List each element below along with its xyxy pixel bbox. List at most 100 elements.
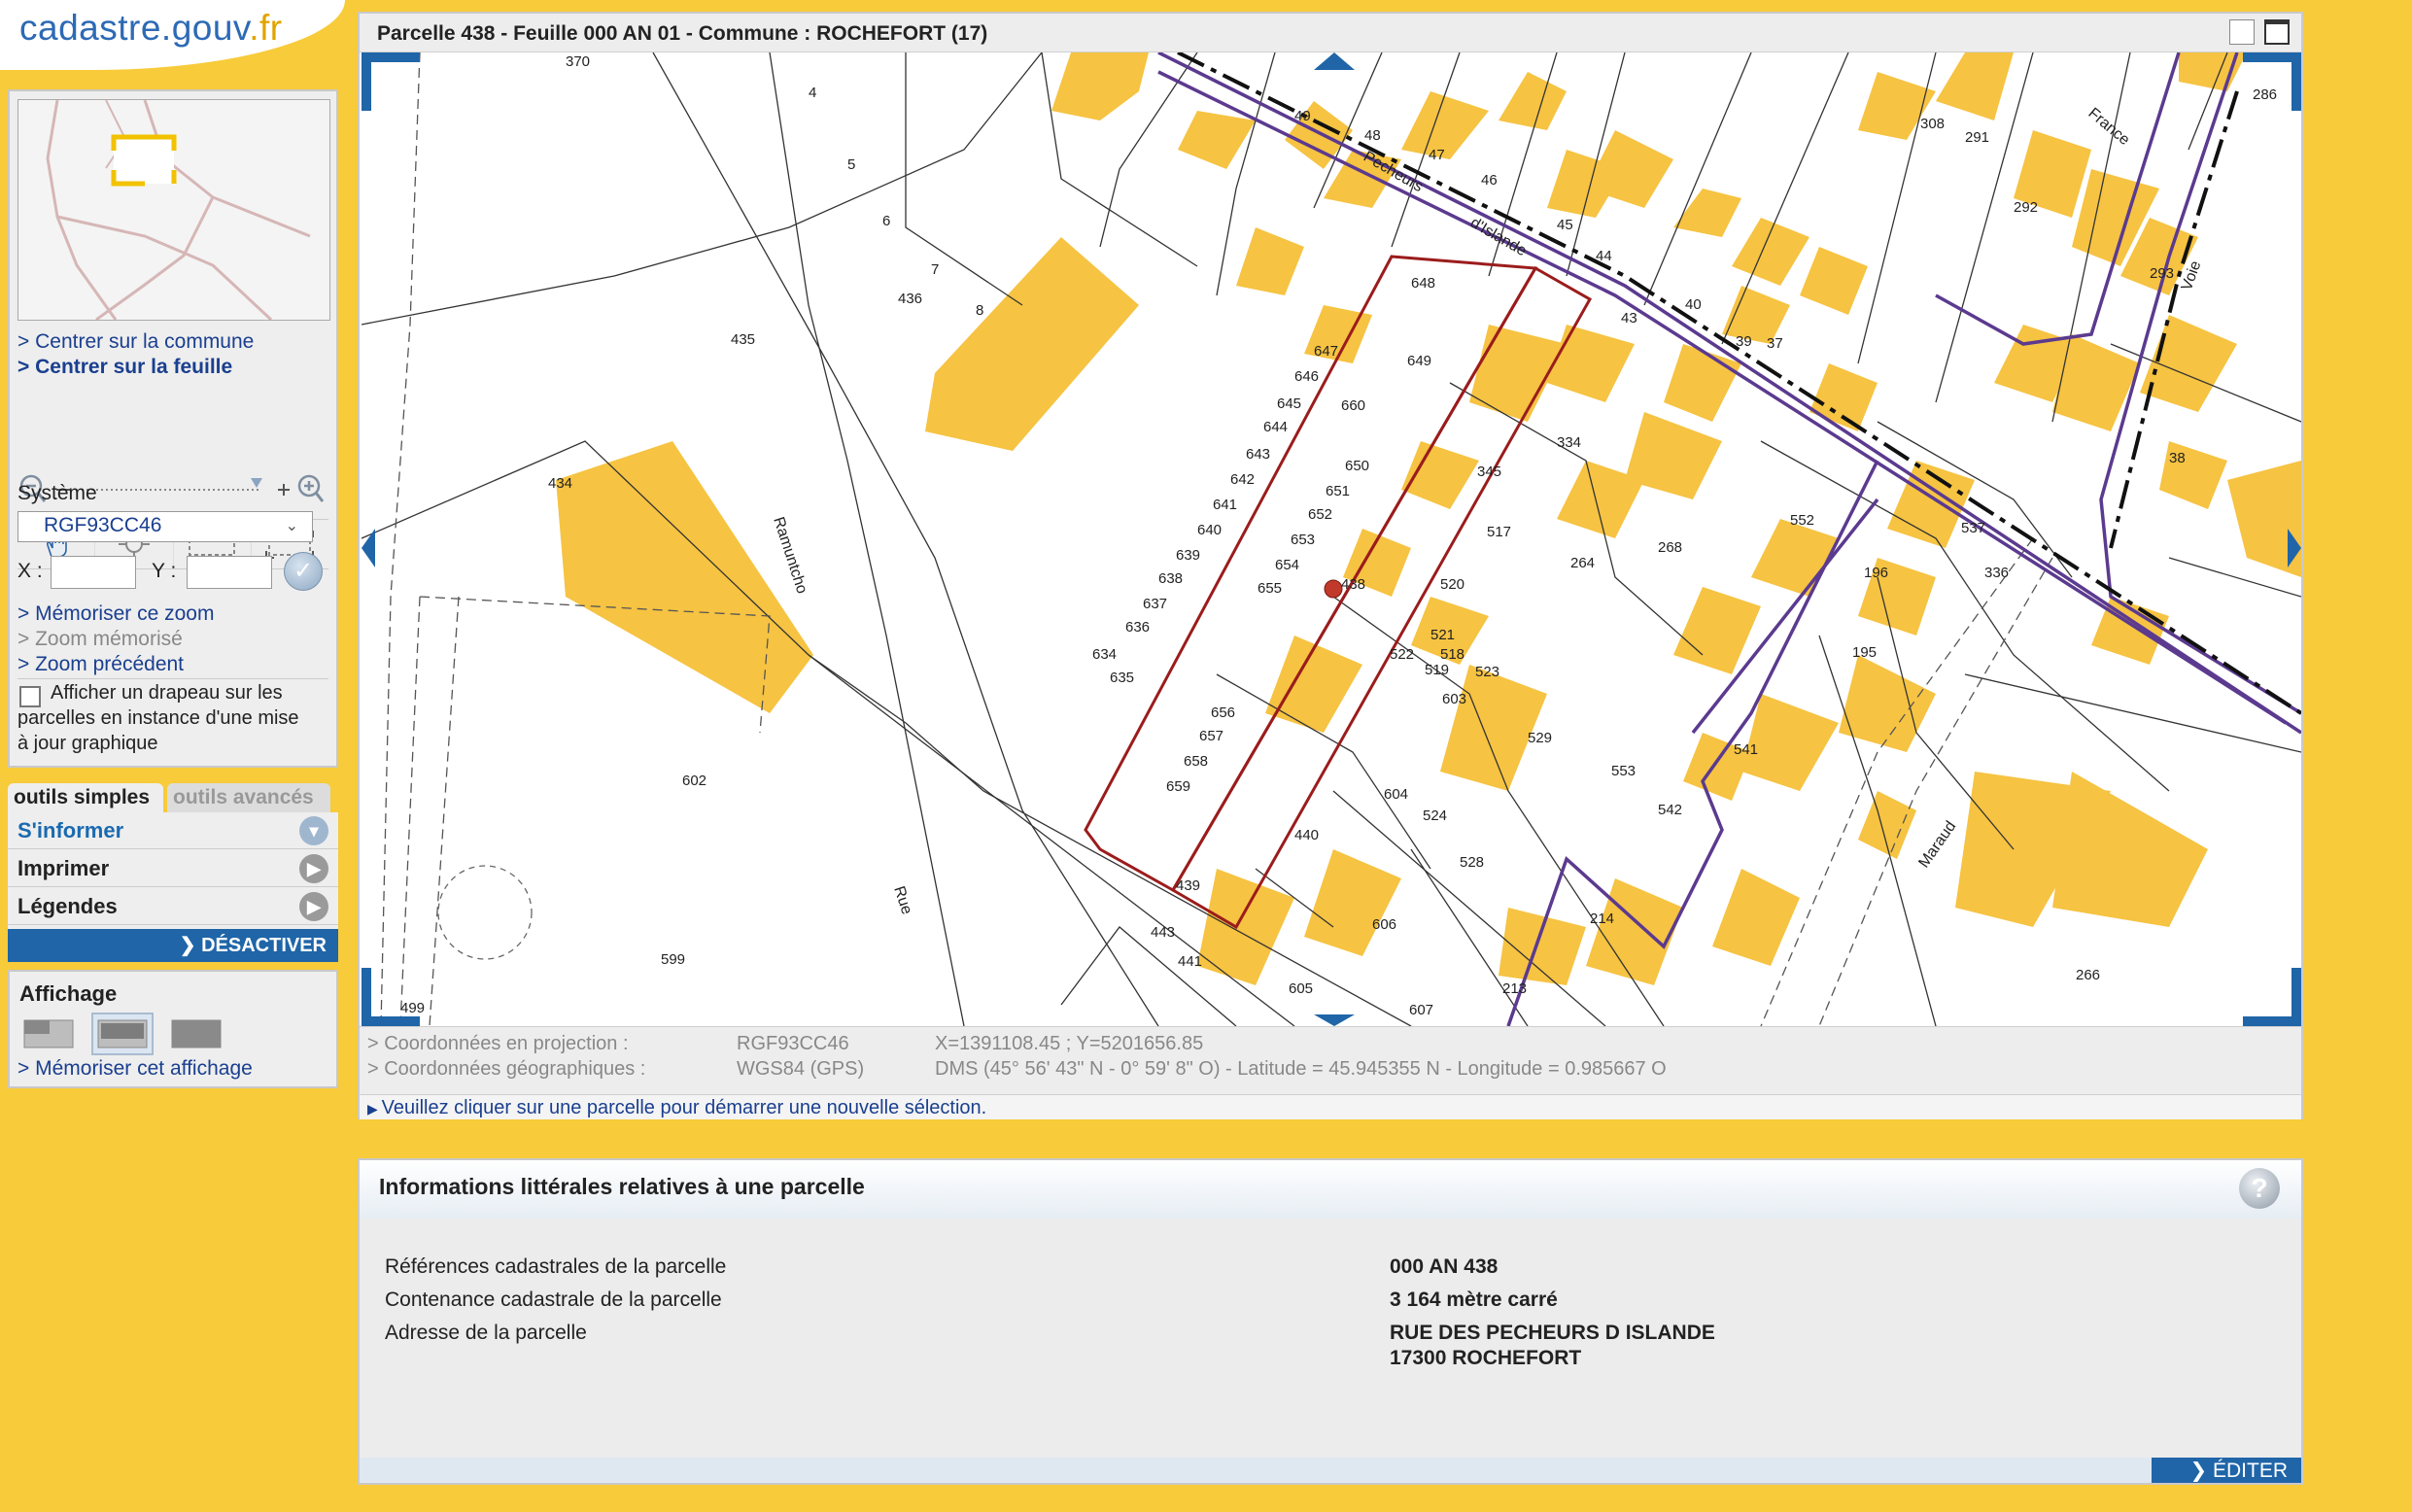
tool-legends[interactable]: Légendes ▶ bbox=[8, 888, 338, 925]
center-commune-link[interactable]: > Centrer sur la commune bbox=[17, 330, 254, 354]
parcel-number-label: 195 bbox=[1852, 644, 1877, 661]
parcel-number-label: 524 bbox=[1423, 808, 1447, 824]
parcel-number-label: 522 bbox=[1390, 646, 1414, 663]
display-mode-small-button[interactable] bbox=[17, 1013, 80, 1055]
parcel-number-label: 45 bbox=[1557, 217, 1573, 233]
parcel-number-label: 537 bbox=[1961, 520, 1985, 536]
tab-advanced-tools[interactable]: outils avancés bbox=[167, 783, 330, 812]
parcel-number-label: 542 bbox=[1658, 802, 1682, 818]
parcel-number-label: 634 bbox=[1092, 646, 1117, 663]
parcel-number-label: 528 bbox=[1460, 854, 1484, 871]
parcel-number-label: 649 bbox=[1407, 353, 1431, 369]
parcel-number-label: 605 bbox=[1289, 980, 1313, 997]
play-arrow-icon: ▶ bbox=[299, 854, 328, 883]
parcel-number-label: 268 bbox=[1658, 539, 1682, 556]
chevron-down-icon: ▾ bbox=[299, 816, 328, 845]
y-label: Y : bbox=[152, 560, 177, 582]
parcel-number-label: 292 bbox=[2014, 199, 2038, 216]
flag-checkbox-label: Afficher un drapeau sur les bbox=[51, 682, 283, 704]
parcel-number-label: 196 bbox=[1864, 565, 1888, 581]
previous-zoom-link[interactable]: > Zoom précédent bbox=[17, 653, 184, 676]
parcel-number-label: 638 bbox=[1158, 570, 1183, 587]
parcel-info-header: Informations littérales relatives à une … bbox=[360, 1160, 2301, 1219]
display-title: Affichage bbox=[19, 981, 118, 1006]
status-message-text: Veuillez cliquer sur une parcelle pour d… bbox=[381, 1097, 987, 1118]
status-message: ▶ Veuillez cliquer sur une parcelle pour… bbox=[360, 1094, 2301, 1119]
projection-value: X=1391108.45 ; Y=5201656.85 bbox=[935, 1033, 1204, 1054]
parcel-number-label: 604 bbox=[1384, 786, 1408, 803]
pan-up-icon bbox=[1314, 52, 1355, 70]
layout-small-icon bbox=[23, 1019, 74, 1048]
parcel-number-label: 38 bbox=[2169, 450, 2186, 466]
display-mode-medium-button[interactable] bbox=[91, 1013, 154, 1055]
parcel-number-label: 439 bbox=[1176, 877, 1200, 894]
zoom-in-icon[interactable] bbox=[297, 474, 325, 502]
parcel-number-label: 651 bbox=[1326, 483, 1350, 499]
geo-label: > Coordonnées géographiques : bbox=[367, 1058, 646, 1080]
pan-down-icon bbox=[1314, 1014, 1355, 1026]
tool-print[interactable]: Imprimer ▶ bbox=[8, 850, 338, 887]
parcel-number-label: 291 bbox=[1965, 129, 1989, 146]
system-select[interactable]: RGF93CC46 ⌄ bbox=[17, 511, 313, 542]
tab-simple-tools[interactable]: outils simples bbox=[8, 783, 163, 812]
map-title: Parcelle 438 - Feuille 000 AN 01 - Commu… bbox=[377, 22, 988, 45]
deactivate-button[interactable]: ❯ DÉSACTIVER bbox=[8, 929, 338, 962]
site-logo[interactable]: cadastre.gouv.fr bbox=[19, 8, 283, 49]
layout-medium-icon bbox=[97, 1019, 148, 1048]
parcel-number-label: 8 bbox=[976, 302, 983, 319]
parcel-number-label: 644 bbox=[1263, 419, 1288, 435]
flag-checkbox[interactable] bbox=[19, 686, 41, 707]
projection-system: RGF93CC46 bbox=[737, 1033, 849, 1054]
projection-label: > Coordonnées en projection : bbox=[367, 1033, 629, 1054]
map-titlebar: Parcelle 438 - Feuille 000 AN 01 - Commu… bbox=[360, 14, 2301, 52]
parcel-number-label: 650 bbox=[1345, 458, 1369, 474]
parcel-number-label: 643 bbox=[1246, 446, 1270, 463]
restore-window-icon[interactable] bbox=[2229, 19, 2255, 45]
address-label: Adresse de la parcelle bbox=[385, 1322, 587, 1344]
x-input[interactable] bbox=[51, 556, 136, 589]
parcel-number-label: 654 bbox=[1275, 557, 1299, 573]
parcel-number-label: 641 bbox=[1213, 497, 1237, 513]
logo-tld: .fr bbox=[249, 8, 283, 48]
parcel-number-label: 541 bbox=[1734, 741, 1758, 758]
parcel-number-label: 46 bbox=[1481, 172, 1498, 189]
validate-coords-button[interactable]: ✓ bbox=[284, 552, 323, 591]
parcel-number-label: 499 bbox=[400, 1000, 425, 1016]
display-mode-full-button[interactable] bbox=[165, 1013, 227, 1055]
play-arrow-icon: ▶ bbox=[367, 1101, 382, 1117]
tool-legends-label: Légendes bbox=[17, 894, 118, 918]
tool-inform[interactable]: S'informer ▾ bbox=[8, 812, 338, 849]
parcel-number-label: 441 bbox=[1178, 953, 1202, 970]
system-select-value: RGF93CC46 bbox=[44, 514, 162, 536]
x-label: X : bbox=[17, 560, 43, 582]
parcel-number-label: 639 bbox=[1176, 547, 1200, 564]
parcel-number-label: 7 bbox=[931, 261, 939, 278]
y-input[interactable] bbox=[187, 556, 272, 589]
help-icon[interactable]: ? bbox=[2239, 1168, 2280, 1209]
navigation-panel: > Centrer sur la commune > Centrer sur l… bbox=[8, 89, 338, 768]
parcel-number-label: 48 bbox=[1364, 127, 1381, 144]
address-value-street: RUE DES PECHEURS D ISLANDE bbox=[1390, 1322, 1715, 1344]
parcel-number-label: 434 bbox=[548, 475, 572, 492]
save-display-link[interactable]: > Mémoriser cet affichage bbox=[17, 1057, 253, 1081]
tool-inform-label: S'informer bbox=[17, 818, 124, 842]
parcel-number-label: 636 bbox=[1125, 619, 1150, 636]
parcel-number-label: 599 bbox=[661, 951, 685, 968]
parcel-number-label: 529 bbox=[1528, 730, 1552, 746]
saved-zoom-link[interactable]: > Zoom mémorisé bbox=[17, 628, 183, 651]
parcel-number-label: 43 bbox=[1621, 310, 1637, 326]
ref-label: Références cadastrales de la parcelle bbox=[385, 1255, 727, 1278]
parcel-number-label: 648 bbox=[1411, 275, 1435, 292]
edit-button[interactable]: ❯ ÉDITER bbox=[2152, 1458, 2301, 1483]
buildings bbox=[556, 52, 2301, 985]
parcel-number-label: 606 bbox=[1372, 916, 1396, 933]
street-name-label: Maraud bbox=[1915, 818, 1959, 871]
maximize-window-icon[interactable] bbox=[2264, 19, 2290, 45]
center-sheet-link[interactable]: > Centrer sur la feuille bbox=[17, 356, 232, 379]
parcel-number-label: 214 bbox=[1590, 911, 1614, 927]
overview-map[interactable] bbox=[17, 99, 330, 322]
cadastral-map[interactable]: 370 4 5 6 7 8 49 48 47 46 45 44 43 40 39 37 38 308 291 292 2… bbox=[362, 52, 2301, 1026]
parcel-number-label: 435 bbox=[731, 331, 755, 348]
layout-full-icon bbox=[171, 1019, 222, 1048]
save-zoom-link[interactable]: > Mémoriser ce zoom bbox=[17, 602, 214, 626]
